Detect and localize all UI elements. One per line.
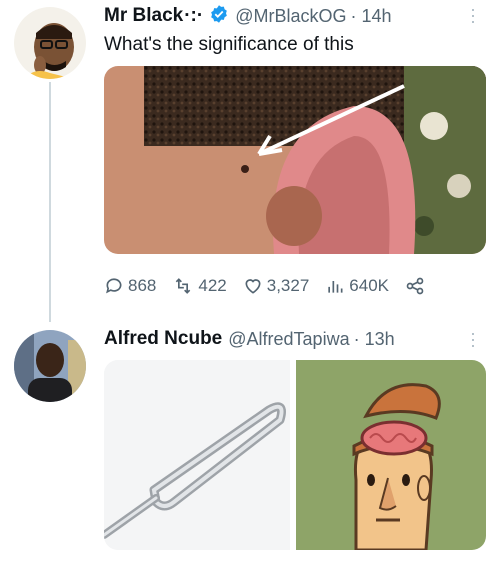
tweet-image-sim-ejector[interactable] [104,360,290,550]
retweet-button[interactable]: 422 [172,276,227,296]
views-icon [325,276,345,296]
tweet-image-ear[interactable] [104,66,486,254]
views-button[interactable]: 640K [325,276,389,296]
more-icon[interactable]: · · · [470,0,476,30]
verified-badge-icon [209,4,229,29]
tweet1-actions: 868 422 3,327 640K [104,273,474,299]
like-button[interactable]: 3,327 [243,276,310,296]
retweet-count: 422 [198,276,227,295]
tweet2-header: Alfred Ncube @AlfredTapiwa · 13h [104,327,395,351]
views-count: 640K [349,276,389,295]
name-suffix: ·:· [184,5,204,26]
retweet-icon [172,276,194,296]
handle[interactable]: @MrBlackOG [235,6,346,27]
timestamp[interactable]: · 14h [350,6,391,27]
tweet-image-brain[interactable] [296,360,486,550]
reply-count: 868 [128,276,157,295]
share-icon [405,276,425,296]
display-name[interactable]: Mr Black [104,5,183,27]
like-icon [243,276,263,296]
like-count: 3,327 [266,276,310,295]
thread-line [49,82,51,322]
display-name[interactable]: Alfred Ncube [104,328,222,350]
avatar-mr-black[interactable] [14,7,86,79]
reply-button[interactable]: 868 [104,276,156,296]
tweet-text: What's the significance of this [104,34,354,55]
timestamp[interactable]: · 13h [354,329,395,350]
share-button[interactable] [405,276,425,296]
more-icon[interactable]: · · · [470,324,476,354]
handle[interactable]: @AlfredTapiwa [228,329,349,350]
tweet1-header: Mr Black ·:· @MrBlackOG · 14h [104,4,392,28]
reply-icon [104,276,124,296]
avatar-alfred-ncube[interactable] [14,330,86,402]
